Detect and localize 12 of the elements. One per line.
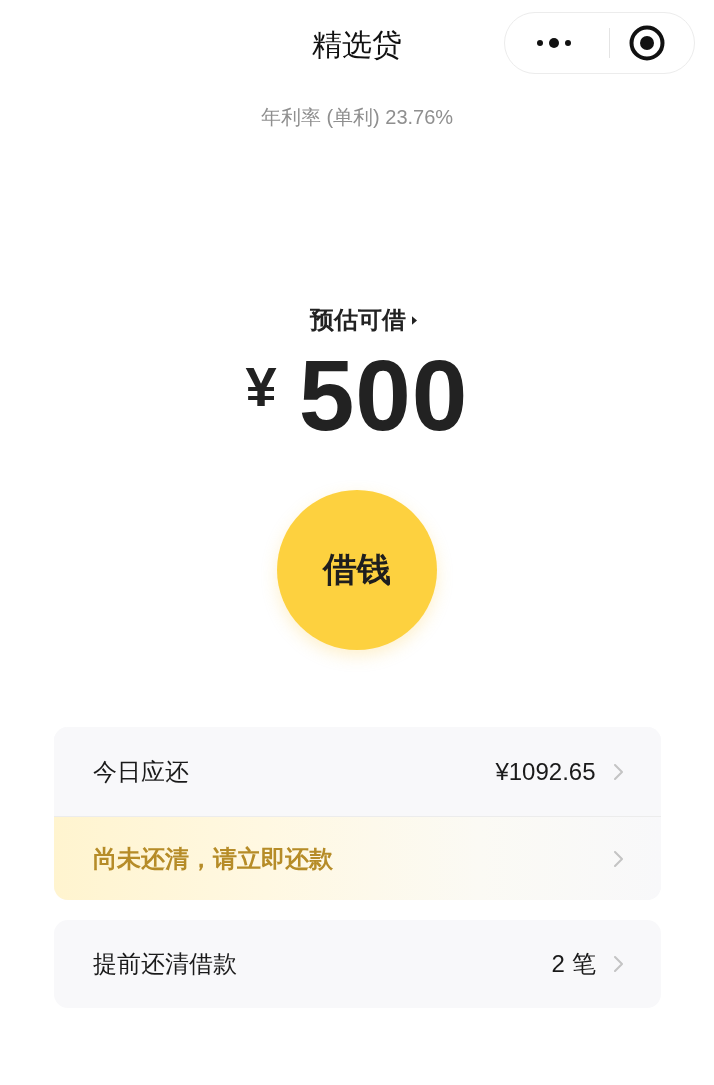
record-icon[interactable] [629, 25, 665, 61]
page-title: 精选贷 [312, 27, 402, 63]
interest-rate-text: 年利率 (单利) 23.76% [260, 105, 454, 130]
quota-label: 预估可借 [309, 305, 406, 335]
caret-icon [411, 315, 417, 325]
chevron-right-icon [613, 763, 623, 780]
chevron-right-icon [613, 850, 623, 867]
quota-amount: 500 [298, 345, 469, 445]
borrow-button[interactable]: 借钱 [277, 490, 437, 650]
chevron-right-icon [613, 956, 623, 972]
currency-symbol: ¥ [245, 357, 277, 417]
more-icon[interactable] [537, 38, 571, 48]
